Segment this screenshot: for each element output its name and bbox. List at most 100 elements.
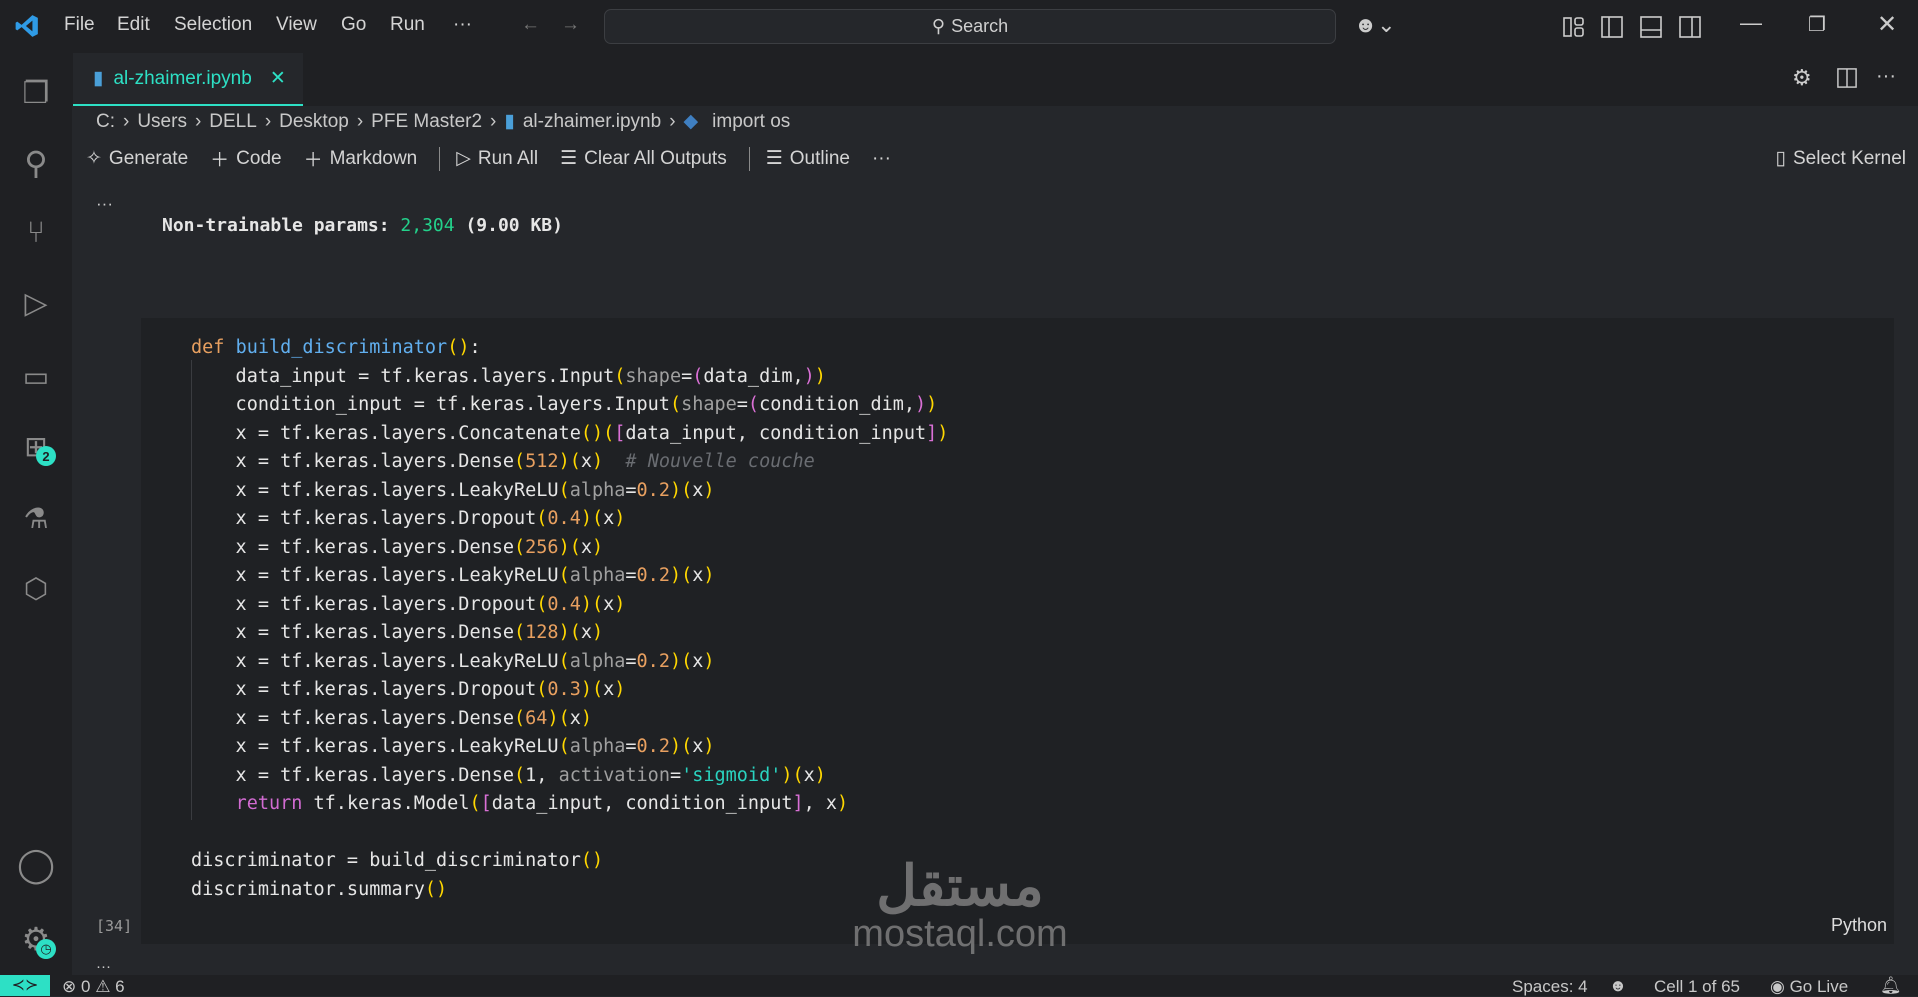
run-all-button[interactable]: ▷ Run All (456, 147, 538, 170)
remote-indicator-icon[interactable]: ≺≻ (0, 975, 50, 996)
outline-button[interactable]: ☰ Outline (766, 147, 850, 170)
settings-gear-icon[interactable]: ⚙ ◷ (16, 919, 56, 959)
go-live-button[interactable]: ◉ Go Live (1770, 977, 1848, 997)
code-token: ) (837, 793, 849, 814)
account-icon[interactable]: ◯ (16, 845, 56, 885)
menu-selection[interactable]: Selection (174, 14, 252, 36)
menu-view[interactable]: View (276, 14, 317, 36)
editor-more-actions-icon[interactable]: ··· (1876, 65, 1896, 88)
menu-run[interactable]: Run (390, 14, 425, 36)
extensions-badge: 2 (36, 446, 56, 466)
code-token: ( (614, 365, 626, 387)
code-token: ) (547, 707, 559, 729)
split-editor-icon[interactable] (1837, 68, 1857, 88)
code-token: x = tf.keras.layers.Dense (191, 536, 515, 558)
toolbar-more-button[interactable]: ··· (872, 148, 891, 170)
testing-icon[interactable]: ⚗ (16, 498, 56, 538)
back-arrow-icon[interactable]: ← (521, 14, 540, 36)
breadcrumb-item[interactable]: DELL (209, 111, 257, 133)
code-token: 0.2 (636, 650, 670, 672)
notebook-file-icon: ▮ (504, 111, 515, 132)
extensions-icon[interactable]: ⊞ 2 (16, 426, 56, 466)
run-debug-icon[interactable]: ▷ (16, 283, 56, 323)
search-label: Search (951, 16, 1009, 36)
code-token: x (692, 479, 704, 501)
output-label: Non-trainable params: (162, 215, 390, 236)
menu-more[interactable]: ··· (453, 14, 472, 36)
add-code-button[interactable]: ＋ Code (210, 145, 281, 172)
code-token: ] (792, 793, 804, 814)
cell-position-indicator[interactable]: Cell 1 of 65 (1654, 977, 1740, 997)
generate-button[interactable]: ✧ Generate (86, 147, 188, 170)
customize-layout-icon[interactable] (1563, 16, 1585, 38)
notifications-bell-icon[interactable]: 🔔︎ (1880, 976, 1902, 996)
toggle-panel-icon[interactable] (1640, 16, 1662, 38)
output-more-icon[interactable]: ··· (96, 194, 113, 214)
tab-al-zhaimer[interactable]: ▮ al-zhaimer.ipynb ✕ (73, 53, 303, 106)
code-token: ) (669, 650, 682, 672)
notebook-toolbar: ✧ Generate ＋ Code ＋ Markdown ▷ Run All ☰ Clea… (86, 145, 1906, 172)
copilot-icon[interactable]: ☻⌄ (1354, 12, 1396, 38)
breadcrumb-item[interactable]: import os (712, 111, 790, 133)
breadcrumb-item[interactable]: al-zhaimer.ipynb (523, 111, 661, 133)
code-token: = (625, 736, 637, 757)
code-token: return (235, 793, 303, 814)
menu-go[interactable]: Go (341, 14, 366, 36)
code-token: discriminator = build_discriminator (191, 850, 581, 871)
code-token: x (603, 593, 615, 615)
breadcrumb-item[interactable]: C: (96, 111, 115, 133)
command-search[interactable]: ⚲ Search (604, 9, 1336, 44)
code-editor[interactable]: def build_discriminator(): data_input = … (191, 334, 948, 904)
code-token: 64 (525, 707, 548, 729)
tab-close-icon[interactable]: ✕ (270, 67, 286, 90)
breadcrumb-item[interactable]: Desktop (279, 111, 349, 133)
source-control-icon[interactable]: ⑂ (16, 213, 56, 253)
code-token: ] (926, 422, 938, 444)
watermark: مستقل mostaql.com (840, 858, 1080, 955)
code-line: x = tf.keras.layers.Dense(64)(x) (191, 705, 948, 734)
cell-language[interactable]: Python (1831, 915, 1887, 936)
remote-explorer-icon[interactable]: ▭ (16, 356, 56, 396)
cell-output-more-icon[interactable]: ··· (96, 958, 111, 975)
code-line: x = tf.keras.layers.LeakyReLU(alpha=0.2)… (191, 477, 948, 506)
code-token: def (191, 337, 236, 358)
minimize-icon[interactable]: — (1740, 10, 1762, 36)
code-token: ) (703, 650, 715, 672)
chevron-right-icon: › (194, 110, 202, 132)
code-token: x (569, 707, 581, 729)
add-markdown-button[interactable]: ＋ Markdown (304, 145, 418, 172)
breadcrumb-item[interactable]: PFE Master2 (371, 111, 482, 133)
output-size: (9.00 KB) (465, 215, 563, 236)
code-token: , x (803, 793, 838, 814)
code-token: alpha (569, 650, 626, 672)
code-token: : (469, 337, 481, 358)
code-token: ) (814, 764, 826, 786)
menu-edit[interactable]: Edit (117, 14, 150, 36)
code-line: x = tf.keras.layers.Dropout(0.4)(x) (191, 505, 948, 534)
toggle-secondary-sidebar-icon[interactable] (1679, 16, 1701, 38)
select-kernel-button[interactable]: ▯ Select Kernel (1776, 147, 1906, 170)
close-window-icon[interactable]: ✕ (1877, 10, 1897, 39)
code-token: x = tf.keras.layers.Dropout (191, 679, 537, 700)
code-token: ) (458, 337, 470, 358)
code-token: ( (514, 707, 526, 729)
problems-indicator[interactable]: ⊗ 0 ⚠ 6 (62, 977, 125, 997)
copilot-status-icon[interactable]: ☻ (1609, 976, 1627, 996)
code-token: data_dim, (703, 365, 804, 387)
code-token: ) (669, 479, 682, 501)
code-token: ) (669, 736, 682, 757)
clear-all-outputs-button[interactable]: ☰ Clear All Outputs (560, 147, 727, 170)
explorer-icon[interactable]: ❐ (16, 73, 56, 113)
forward-arrow-icon[interactable]: → (561, 14, 580, 36)
code-line: x = tf.keras.layers.Dense(128)(x) (191, 619, 948, 648)
menu-file[interactable]: File (64, 14, 95, 36)
toggle-primary-sidebar-icon[interactable] (1601, 16, 1623, 38)
packages-icon[interactable]: ⬡ (16, 568, 56, 608)
indentation-indicator[interactable]: Spaces: 4 (1512, 977, 1588, 997)
code-token: alpha (569, 479, 626, 501)
restore-icon[interactable]: ❐ (1808, 12, 1826, 37)
notebook-settings-gear-icon[interactable]: ⚙ (1792, 65, 1812, 91)
search-icon[interactable]: ⚲ (16, 143, 56, 183)
breadcrumb-item[interactable]: Users (137, 111, 187, 133)
code-line: x = tf.keras.layers.Concatenate()([data_… (191, 420, 949, 449)
